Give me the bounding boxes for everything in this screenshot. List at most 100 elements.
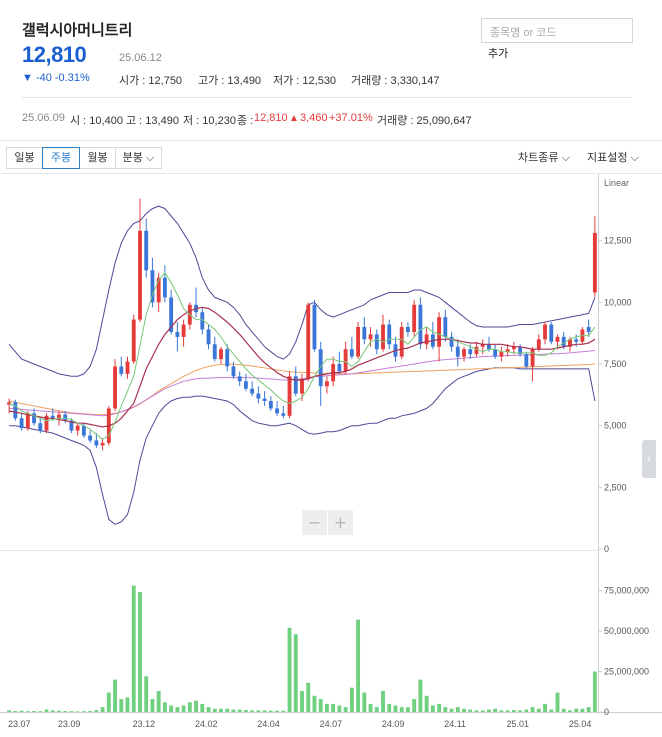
volume-bar (293, 634, 298, 712)
price-tick-label: 2,500 (604, 482, 627, 492)
volume-bar (57, 710, 61, 712)
daily-button[interactable]: 일봉 (6, 147, 43, 169)
stock-header: 갤럭시아머니트리 12,810 25.06.12 ▼ -40 -0.31% 시가… (0, 0, 662, 140)
volume-bar (399, 707, 404, 712)
volume-bar (156, 690, 161, 712)
volume-bar (586, 707, 591, 712)
volume-bar (549, 709, 554, 712)
volume-tick-label: 25,000,000 (604, 667, 649, 677)
volume-bar (88, 711, 93, 712)
zoom-in-button-icon: + (334, 513, 347, 532)
candle-down (468, 349, 473, 355)
header-divider (22, 97, 632, 98)
volume-bar (312, 695, 317, 712)
volume-bar (225, 708, 230, 712)
volume-bar (169, 705, 174, 712)
x-tick-label: 23.07 (8, 719, 31, 729)
volume-bar (194, 700, 198, 712)
volume-bar (7, 710, 12, 712)
volume-bar (19, 710, 24, 712)
zoom-out-button-icon: − (308, 513, 321, 532)
candle-down (144, 230, 149, 271)
indicator-settings-dropdown[interactable]: 지표설정 ⌵ (587, 149, 639, 165)
x-tick-label: 25.04 (569, 719, 592, 729)
volume-bar (462, 708, 466, 712)
volume-bar (44, 709, 49, 712)
volume-bar (175, 707, 180, 712)
x-tick-label: 24.02 (195, 719, 218, 729)
candle-down (225, 349, 230, 367)
volume-bar (505, 710, 510, 712)
up-triangle-icon: ▲ (289, 113, 299, 124)
monthly-button[interactable]: 월봉 (79, 147, 116, 169)
candle-up (592, 233, 597, 293)
volume-bar (487, 709, 491, 712)
volume-bar (499, 710, 504, 712)
volume-bar (406, 707, 410, 712)
chart-type-dropdown[interactable]: 차트종류 ⌵ (518, 149, 570, 165)
volume-bar (63, 711, 68, 712)
volume-bar (561, 708, 566, 712)
stock-chart[interactable]: Linear 12,500 10,000 7,500 5,000 2,500 0 75,000… (0, 174, 662, 737)
candle-down (293, 376, 298, 394)
candle-down (406, 327, 410, 332)
high-price: 고가 : 13,490 (198, 75, 262, 87)
volume-bar (281, 710, 286, 712)
candle-down (387, 324, 392, 345)
x-tick-label: 24.07 (320, 719, 343, 729)
weekly-open: 시 : 10,400 (70, 115, 123, 127)
volume-bar (449, 708, 454, 712)
candle-down (94, 440, 99, 446)
price-tick-label: 5,000 (604, 421, 627, 431)
candle-up (499, 351, 504, 357)
candle-down (212, 344, 217, 360)
price-tick-label: 12,500 (604, 236, 632, 246)
candle-up (437, 317, 442, 347)
add-button[interactable]: 추가 (488, 45, 508, 61)
search-input[interactable]: 종목명 or 코드 (481, 18, 633, 43)
volume-bar (200, 703, 205, 712)
candle-down (487, 344, 491, 350)
candle-down (312, 304, 317, 350)
candle-up (543, 324, 547, 340)
volume-bar (337, 705, 342, 712)
volume-bar (32, 711, 36, 712)
volume-bar (106, 692, 111, 712)
volume-bar (468, 709, 473, 712)
candle-up (306, 304, 311, 379)
volume-bar (138, 592, 142, 712)
candle-up (343, 349, 348, 372)
volume-bar (150, 699, 155, 712)
weekly-close-value: 12,810 (254, 112, 288, 124)
candle-down (374, 334, 379, 350)
low-price: 저가 : 12,530 (273, 75, 337, 87)
volume-bar (300, 690, 304, 712)
price-change: ▼ -40 -0.31% (22, 72, 90, 84)
candle-down (262, 398, 267, 401)
chevron-down-icon: ⌵ (145, 152, 155, 164)
price-tick-label: 7,500 (604, 359, 627, 369)
volume-bar (250, 710, 255, 712)
candle-up (474, 346, 479, 355)
minute-dropdown[interactable]: 분봉 ⌵ (115, 147, 162, 169)
chevron-left-icon[interactable]: ‹ (642, 440, 656, 478)
volume-bar (324, 703, 329, 712)
volume-bar (592, 671, 597, 712)
candle-down (349, 349, 354, 357)
candle-up (399, 327, 404, 357)
weekly-button[interactable]: 주봉 (42, 147, 80, 169)
candle-down (175, 331, 180, 337)
open-price: 시가 : 12,750 (119, 75, 183, 87)
candle-down (337, 364, 342, 372)
candle-up (324, 381, 329, 387)
volume-tick-label: 75,000,000 (604, 586, 649, 596)
minute-label: 분봉 (122, 152, 143, 164)
volume-bar (119, 699, 124, 712)
stock-name: 갤럭시아머니트리 (22, 22, 133, 39)
candle-down (231, 366, 236, 377)
volume-bar (568, 710, 572, 712)
quote-date: 25.06.12 (119, 52, 162, 64)
volume-bar (580, 708, 585, 712)
volume-bar (38, 711, 43, 712)
weekly-volume: 거래량 : 25,090,647 (377, 115, 472, 127)
